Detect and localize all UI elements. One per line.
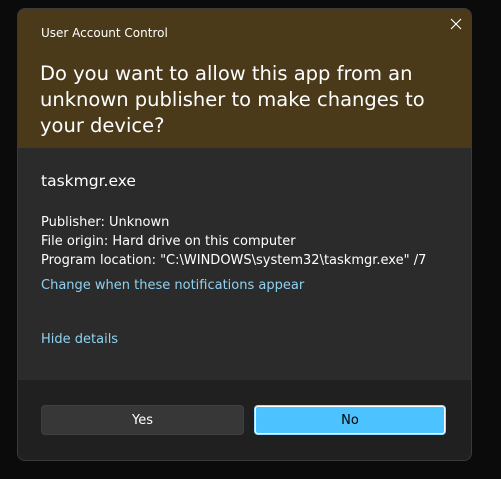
dialog-question: Do you want to allow this app from an un…	[40, 62, 425, 137]
close-button[interactable]	[445, 13, 467, 35]
file-origin-text: File origin: Hard drive on this computer	[41, 234, 296, 249]
publisher-text: Publisher: Unknown	[41, 215, 170, 230]
yes-button[interactable]: Yes	[41, 405, 244, 435]
dialog-title: User Account Control	[41, 26, 168, 40]
dialog-footer: Yes No	[18, 380, 471, 460]
app-name: taskmgr.exe	[41, 172, 136, 190]
change-notifications-link[interactable]: Change when these notifications appear	[41, 278, 304, 293]
hide-details-link[interactable]: Hide details	[41, 332, 118, 347]
program-location-text: Program location: "C:\WINDOWS\system32\t…	[41, 253, 427, 268]
close-icon	[450, 18, 462, 30]
no-button[interactable]: No	[254, 405, 446, 435]
uac-dialog: User Account Control Do you want to allo…	[17, 8, 472, 461]
dialog-header: User Account Control Do you want to allo…	[18, 9, 471, 148]
dialog-body: taskmgr.exe Publisher: Unknown File orig…	[18, 148, 471, 380]
